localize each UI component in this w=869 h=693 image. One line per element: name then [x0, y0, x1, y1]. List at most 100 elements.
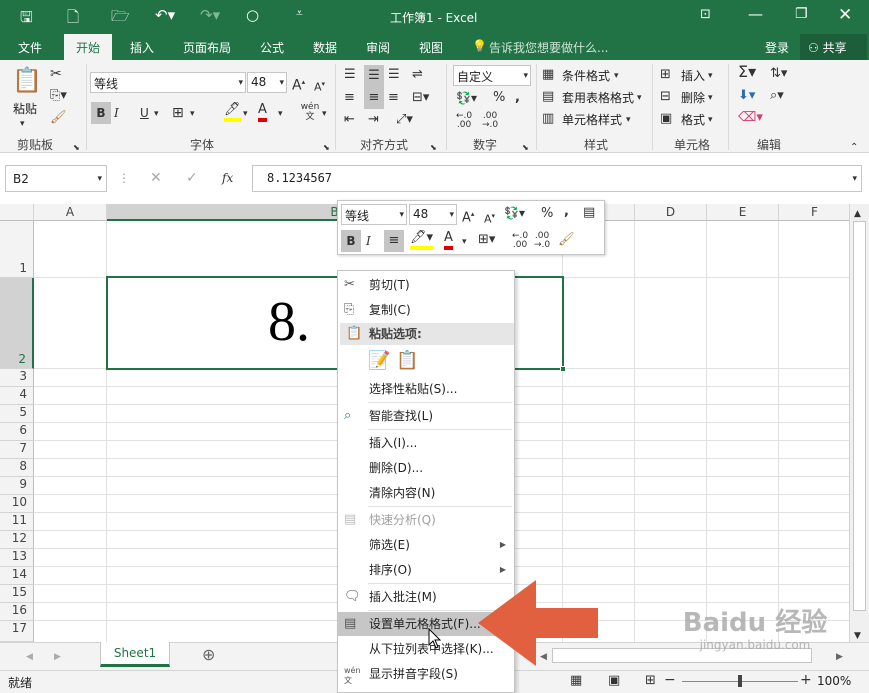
row-header[interactable]: 14 — [0, 567, 34, 585]
tab-formulas[interactable]: 公式 — [260, 39, 284, 56]
mini-fill-color-icon[interactable]: 🖊▾ — [410, 230, 434, 250]
borders-icon[interactable]: ⊞ — [172, 105, 184, 121]
align-middle-icon[interactable]: ☰ — [364, 65, 384, 87]
row-header[interactable]: 4 — [0, 387, 34, 405]
font-name-select[interactable]: 等线 ▾ — [90, 72, 246, 93]
paste-icon[interactable]: 📋 — [12, 66, 42, 94]
row-header[interactable]: 1 — [0, 221, 34, 278]
tab-data[interactable]: 数据 — [313, 39, 337, 56]
row-header[interactable]: 6 — [0, 423, 34, 441]
bold-button[interactable]: B — [91, 102, 111, 124]
tab-insert[interactable]: 插入 — [130, 39, 154, 56]
fill-color-icon[interactable]: 🖊 — [224, 102, 241, 122]
format-painter-icon[interactable]: 🖌 — [50, 110, 67, 126]
increase-indent-icon[interactable]: ⇥ — [368, 112, 379, 128]
conditional-format-button[interactable]: 条件格式 — [562, 67, 610, 84]
tab-home[interactable]: 开始 — [64, 34, 113, 60]
paste-dropdown-icon[interactable]: ▾ — [20, 116, 25, 132]
chevron-down-icon[interactable]: ▾ — [190, 106, 195, 122]
insert-function-icon[interactable]: fx — [222, 170, 233, 186]
new-icon[interactable]: 🗋 — [67, 7, 79, 32]
align-left-icon[interactable]: ≡ — [344, 90, 355, 106]
row-header[interactable]: 10 — [0, 495, 34, 513]
cell-styles-icon[interactable]: ▥ — [542, 111, 554, 127]
row-header[interactable]: 15 — [0, 585, 34, 603]
autosum-icon[interactable]: Σ▾ — [738, 64, 756, 80]
row-header[interactable]: 9 — [0, 477, 34, 495]
cell-styles-button[interactable]: 单元格样式 — [562, 111, 622, 128]
phonetic-icon[interactable]: wén 文 — [300, 102, 320, 122]
chevron-down-icon[interactable]: ▾ — [243, 106, 248, 122]
format-cells-icon[interactable]: ▣ — [660, 111, 672, 127]
mini-font-size-select[interactable]: 48 ▾ — [409, 204, 457, 225]
circle-icon[interactable]: ○ — [246, 6, 259, 24]
select-all-corner[interactable] — [0, 204, 34, 221]
copy-icon[interactable]: ⎘▾ — [50, 88, 67, 104]
orientation-icon[interactable]: ⤢▾ — [396, 112, 413, 128]
mini-grow-font-icon[interactable]: A▴ — [462, 206, 474, 226]
font-size-select[interactable]: 48 ▾ — [247, 72, 287, 93]
align-right-icon[interactable]: ≡ — [388, 90, 399, 106]
login-link[interactable]: 登录 — [765, 39, 789, 56]
menu-item-smart-lookup[interactable]: ⌕ 智能查找(L) — [338, 404, 514, 428]
row-header[interactable]: 8 — [0, 459, 34, 477]
collapse-ribbon-icon[interactable]: ⌃ — [850, 140, 858, 156]
open-icon[interactable]: 🗁 — [111, 6, 130, 31]
row-header[interactable]: 7 — [0, 441, 34, 459]
wrap-text-icon[interactable]: ⇌ — [412, 67, 423, 83]
menu-item-filter[interactable]: 筛选(E) ▶ — [338, 533, 514, 557]
cut-icon[interactable]: ✂ — [50, 66, 62, 82]
conditional-format-icon[interactable]: ▦ — [542, 67, 554, 83]
increase-decimal-icon[interactable]: ←.0.00 — [456, 112, 472, 130]
tab-review[interactable]: 审阅 — [366, 39, 390, 56]
menu-item-clear-contents[interactable]: 清除内容(N) — [338, 481, 514, 505]
number-launcher-icon[interactable]: ⬊ — [522, 140, 529, 156]
align-bottom-icon[interactable]: ☰ — [388, 67, 400, 83]
cancel-icon[interactable]: ✕ — [150, 170, 162, 186]
mini-percent-icon[interactable]: % — [541, 206, 553, 222]
save-icon[interactable]: 🖫 — [20, 7, 33, 32]
next-sheet-icon[interactable]: ▶ — [54, 649, 61, 665]
chevron-down-icon[interactable]: ▾ — [322, 106, 327, 122]
comma-icon[interactable]: , — [515, 90, 520, 106]
row-header[interactable]: 11 — [0, 513, 34, 531]
mini-increase-decimal-icon[interactable]: ←.0.00 — [512, 232, 528, 250]
format-cells-button[interactable]: 格式 — [681, 111, 705, 128]
shrink-font-icon[interactable]: A▾ — [314, 76, 325, 96]
tab-page-layout[interactable]: 页面布局 — [183, 39, 231, 56]
decrease-decimal-icon[interactable]: .00 →.0 — [482, 112, 498, 130]
column-header-f[interactable]: F — [779, 204, 851, 221]
row-header[interactable]: 13 — [0, 549, 34, 567]
ribbon-options-icon[interactable]: ⊡ — [700, 7, 711, 22]
menu-item-cut[interactable]: ✂ 剪切(T) — [338, 273, 514, 297]
column-header-a[interactable]: A — [34, 204, 107, 221]
row-header[interactable]: 3 — [0, 369, 34, 387]
sort-filter-icon[interactable]: ⇅▾ — [770, 66, 787, 82]
enter-icon[interactable]: ✓ — [186, 170, 198, 186]
mini-shrink-font-icon[interactable]: A▾ — [484, 208, 495, 228]
paste-button[interactable]: 粘贴 — [13, 100, 37, 117]
tab-file[interactable]: 文件 — [18, 39, 42, 56]
column-header-e[interactable]: E — [707, 204, 779, 221]
tell-me-input[interactable]: 告诉我您想要做什么... — [489, 39, 608, 56]
find-select-icon[interactable]: ⌕▾ — [770, 88, 784, 104]
number-format-select[interactable]: 自定义 ▾ — [453, 65, 531, 86]
menu-item-insert[interactable]: 插入(I)... — [338, 431, 514, 455]
underline-button[interactable]: U — [140, 105, 149, 121]
align-top-icon[interactable]: ☰ — [344, 67, 356, 83]
row-header[interactable]: 16 — [0, 603, 34, 621]
fill-icon[interactable]: ⬇▾ — [738, 88, 755, 104]
chevron-down-icon[interactable]: ▾ — [278, 106, 283, 122]
italic-button[interactable]: I — [114, 105, 119, 121]
restore-icon[interactable]: ❐ — [795, 6, 808, 22]
menu-item-copy[interactable]: ⎘ 复制(C) — [338, 298, 514, 322]
tab-view[interactable]: 视图 — [419, 39, 443, 56]
menu-item-delete[interactable]: 删除(D)... — [338, 456, 514, 480]
accounting-icon[interactable]: 💱▾ — [456, 90, 477, 106]
delete-cells-button[interactable]: 删除 — [681, 89, 705, 106]
row-header[interactable]: 12 — [0, 531, 34, 549]
sheet-tab-sheet1[interactable]: Sheet1 — [100, 642, 170, 667]
customize-icon[interactable]: ⩡ — [296, 6, 303, 21]
minimize-icon[interactable]: — — [748, 5, 763, 23]
mini-borders-icon[interactable]: ⊞▾ — [478, 232, 495, 248]
